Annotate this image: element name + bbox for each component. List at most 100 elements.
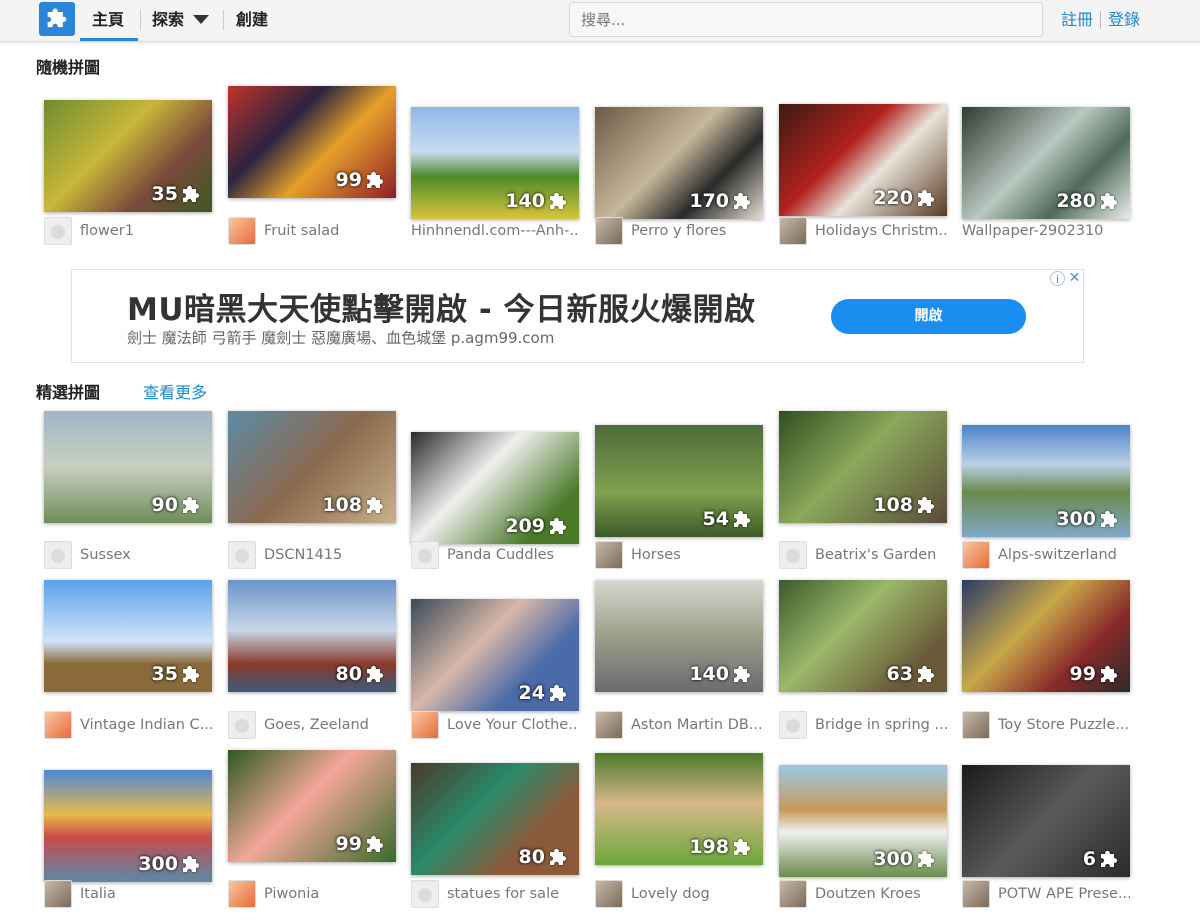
avatar[interactable]: [779, 541, 807, 569]
puzzle-title[interactable]: Hinhnendl.com---Anh-...: [411, 223, 579, 239]
puzzle-thumbnail[interactable]: 300: [962, 425, 1130, 537]
puzzle-thumbnail[interactable]: 198: [595, 753, 763, 865]
puzzle-title[interactable]: Aston Martin DB...: [631, 717, 763, 733]
avatar[interactable]: [595, 880, 623, 908]
avatar[interactable]: [595, 217, 623, 245]
puzzle-title[interactable]: DSCN1415: [264, 547, 396, 563]
puzzle-thumbnail[interactable]: 220: [779, 104, 947, 216]
avatar[interactable]: [779, 880, 807, 908]
register-link[interactable]: 註冊: [1061, 0, 1093, 40]
puzzle-title[interactable]: Wallpaper-2902310: [962, 223, 1130, 239]
puzzle-thumbnail[interactable]: 209: [411, 432, 579, 544]
puzzle-thumbnail[interactable]: 280: [962, 107, 1130, 219]
puzzle-title[interactable]: Love Your Clothe...: [447, 717, 579, 733]
avatar[interactable]: [228, 217, 256, 245]
avatar[interactable]: [44, 711, 72, 739]
close-icon[interactable]: ✕: [1067, 271, 1082, 286]
avatar[interactable]: [228, 711, 256, 739]
chevron-down-icon[interactable]: [193, 15, 209, 24]
puzzle-title[interactable]: Sussex: [80, 547, 212, 563]
puzzle-title[interactable]: statues for sale: [447, 886, 579, 902]
puzzle-title[interactable]: Piwonia: [264, 886, 396, 902]
puzzle-title[interactable]: POTW APE Prese...: [998, 886, 1130, 902]
piece-count-badge: 198: [689, 835, 755, 859]
avatar[interactable]: [962, 880, 990, 908]
login-link[interactable]: 登錄: [1108, 0, 1140, 40]
avatar[interactable]: [962, 541, 990, 569]
puzzle-thumbnail[interactable]: 35: [44, 580, 212, 692]
avatar[interactable]: [962, 711, 990, 739]
nav-create[interactable]: 創建: [236, 0, 268, 40]
puzzle-title[interactable]: Beatrix's Garden: [815, 547, 947, 563]
puzzle-title[interactable]: Fruit salad: [264, 223, 396, 239]
puzzle-thumbnail[interactable]: 54: [595, 425, 763, 537]
puzzle-thumbnail[interactable]: 140: [411, 107, 579, 219]
piece-count: 220: [873, 187, 913, 209]
nav-explore[interactable]: 探索: [152, 0, 184, 40]
piece-count-badge: 140: [505, 189, 571, 213]
avatar[interactable]: [779, 711, 807, 739]
see-more-link[interactable]: 查看更多: [143, 379, 207, 403]
avatar[interactable]: [411, 711, 439, 739]
puzzle-title[interactable]: Panda Cuddles: [447, 547, 579, 563]
avatar[interactable]: [228, 541, 256, 569]
puzzle-thumbnail[interactable]: 108: [228, 411, 396, 523]
puzzle-thumbnail[interactable]: 170: [595, 107, 763, 219]
avatar[interactable]: [595, 711, 623, 739]
puzzle-title[interactable]: Doutzen Kroes: [815, 886, 947, 902]
puzzle-logo-icon: [47, 8, 67, 28]
active-tab-indicator: [80, 38, 138, 41]
puzzle-thumbnail[interactable]: 140: [595, 580, 763, 692]
puzzle-thumbnail[interactable]: 108: [779, 411, 947, 523]
puzzle-thumbnail[interactable]: 24: [411, 599, 579, 711]
info-icon[interactable]: i: [1050, 271, 1065, 286]
puzzle-thumbnail[interactable]: 80: [228, 580, 396, 692]
ad-title[interactable]: MU暗黑大天使點擊開啟 - 今日新服火爆開啟: [127, 284, 755, 329]
puzzle-title[interactable]: Holidays Christm...: [815, 223, 947, 239]
piece-count: 300: [1056, 508, 1096, 530]
puzzle-thumbnail[interactable]: 300: [44, 770, 212, 882]
puzzle-thumbnail[interactable]: 99: [228, 86, 396, 198]
puzzle-title[interactable]: Vintage Indian C...: [80, 717, 212, 733]
piece-count-badge: 80: [519, 845, 571, 869]
avatar[interactable]: [411, 541, 439, 569]
puzzle-title[interactable]: Horses: [631, 547, 763, 563]
search-input[interactable]: [569, 2, 1043, 37]
avatar[interactable]: [44, 880, 72, 908]
ad-open-button[interactable]: 開啟: [831, 299, 1026, 334]
avatar[interactable]: [44, 541, 72, 569]
puzzle-thumbnail[interactable]: 90: [44, 411, 212, 523]
ad-subtitle: 劍士 魔法師 弓箭手 魔劍士 惡魔廣場、血色城堡 p.agm99.com: [127, 329, 555, 347]
puzzle-thumbnail[interactable]: 63: [779, 580, 947, 692]
puzzle-thumbnail[interactable]: 35: [44, 100, 212, 212]
puzzle-thumbnail[interactable]: 80: [411, 763, 579, 875]
puzzle-title[interactable]: Perro y flores: [631, 223, 763, 239]
puzzle-meta: Vintage Indian C...: [44, 711, 214, 739]
avatar[interactable]: [411, 880, 439, 908]
avatar[interactable]: [595, 541, 623, 569]
puzzle-title[interactable]: Toy Store Puzzle...: [998, 717, 1130, 733]
site-logo[interactable]: [39, 2, 75, 36]
avatar[interactable]: [779, 217, 807, 245]
puzzle-piece-icon: [918, 665, 935, 682]
puzzle-title[interactable]: Bridge in spring ...: [815, 717, 947, 733]
advertisement-banner[interactable]: MU暗黑大天使點擊開啟 - 今日新服火爆開啟 劍士 魔法師 弓箭手 魔劍士 惡魔…: [71, 269, 1084, 363]
puzzle-title[interactable]: flower1: [80, 223, 212, 239]
avatar[interactable]: [228, 880, 256, 908]
puzzle-meta: Doutzen Kroes: [779, 880, 949, 908]
puzzle-title[interactable]: Italia: [80, 886, 212, 902]
puzzle-meta: Bridge in spring ...: [779, 711, 949, 739]
puzzle-piece-icon: [367, 835, 384, 852]
puzzle-title[interactable]: Alps-switzerland: [998, 547, 1130, 563]
puzzle-thumbnail[interactable]: 99: [962, 580, 1130, 692]
puzzle-title[interactable]: Lovely dog: [631, 886, 763, 902]
nav-home[interactable]: 主頁: [92, 0, 124, 40]
avatar[interactable]: [44, 217, 72, 245]
puzzle-thumbnail[interactable]: 99: [228, 750, 396, 862]
puzzle-meta: Toy Store Puzzle...: [962, 711, 1132, 739]
puzzle-thumbnail[interactable]: 300: [779, 765, 947, 877]
piece-count-badge: 90: [152, 493, 204, 517]
puzzle-piece-icon: [183, 185, 200, 202]
puzzle-thumbnail[interactable]: 6: [962, 765, 1130, 877]
puzzle-title[interactable]: Goes, Zeeland: [264, 717, 396, 733]
